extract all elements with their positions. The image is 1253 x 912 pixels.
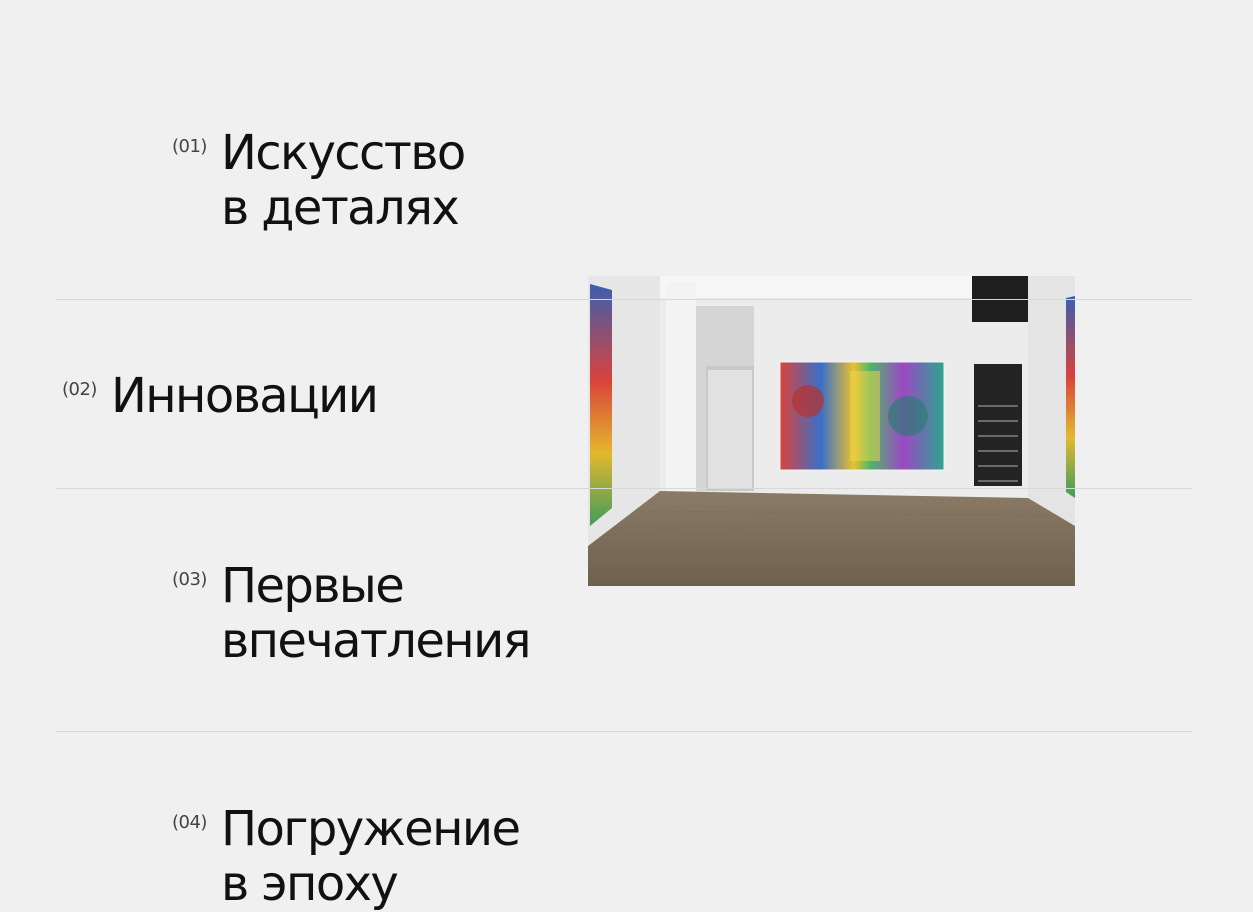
divider [56, 488, 1192, 489]
section-title-line: Погружение [220, 801, 521, 857]
section-title-line: Первые [220, 558, 405, 614]
gallery-room-photo [588, 276, 1075, 586]
section-title-line: впечатления [220, 613, 532, 669]
section-title: Первые впечатления [220, 558, 532, 669]
section-number: (01) [172, 136, 207, 157]
section-item-01[interactable]: (01) Искусство в деталях [172, 125, 466, 236]
section-title-line: в деталях [220, 180, 460, 236]
section-title: Искусство в деталях [220, 125, 466, 236]
section-number: (04) [172, 812, 207, 833]
section-title-line: Инновации [110, 368, 379, 424]
divider [56, 731, 1192, 732]
section-title: Инновации [110, 368, 379, 424]
section-number: (02) [62, 379, 97, 400]
section-title-line: в эпоху [220, 856, 399, 912]
divider [56, 299, 1192, 300]
section-item-03[interactable]: (03) Первые впечатления [172, 558, 532, 669]
section-number: (03) [172, 569, 207, 590]
section-item-02[interactable]: (02) Инновации [62, 368, 379, 424]
section-title-line: Искусство [220, 125, 466, 181]
